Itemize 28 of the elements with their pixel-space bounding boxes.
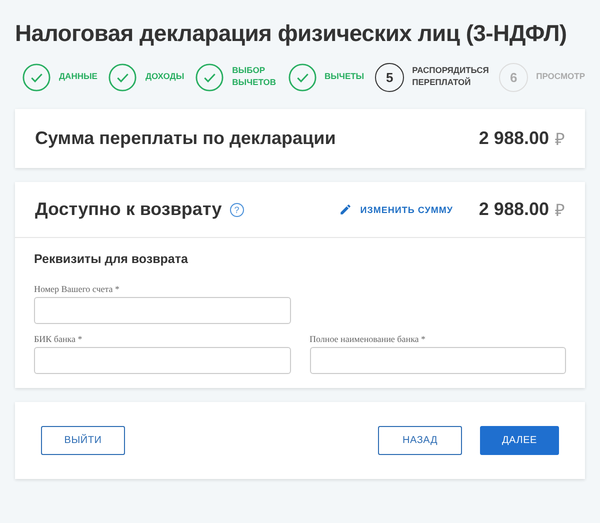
edit-amount-link[interactable]: ИЗМЕНИТЬ СУММУ [360,204,453,214]
step-number: 5 [375,62,404,92]
field-label: Полное наименование банка * [310,334,427,344]
section-title: Реквизиты для возврата [34,252,189,266]
action-button[interactable]: ДАЛЕЕ [480,426,559,455]
step-label: ВЫЧЕТЫ [324,71,364,83]
page-title: Налоговая декларация физических лиц (3-НДФЛ) [15,20,568,47]
overpayment-label: Сумма переплаты по декларации [35,128,337,149]
field-label: Номер Вашего счета * [34,284,121,294]
help-icon[interactable]: ? [230,202,244,216]
step-label: ВЫБОР ВЫЧЕТОВ [232,65,277,89]
input-field[interactable] [34,347,290,374]
refund-amount: 2 988.00 [478,199,549,220]
currency-sign: ₽ [555,200,565,221]
step-label: ДАННЫЕ [59,71,98,83]
input-field[interactable] [310,347,566,374]
refund-label: Доступно к возврату [35,199,222,220]
action-button[interactable]: НАЗАД [378,426,462,455]
field-label: БИК банка * [34,334,84,344]
step-label: РАСПОРЯДИТЬСЯ ПЕРЕПЛАТОЙ [412,65,488,89]
pencil-icon [339,203,352,216]
step-label: ДОХОДЫ [145,71,184,83]
overpayment-amount: 2 988.00 [478,128,549,149]
step-label: ПРОСМОТР [536,71,585,83]
step-number: 6 [499,62,528,92]
action-button[interactable]: ВЫЙТИ [41,426,125,455]
input-field[interactable] [34,297,290,324]
currency-sign: ₽ [555,129,565,150]
